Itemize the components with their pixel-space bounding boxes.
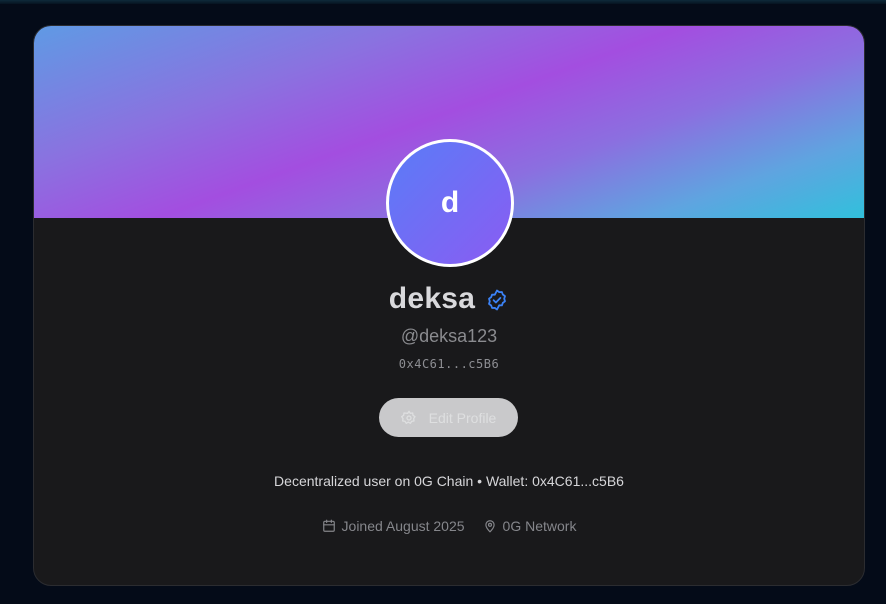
calendar-icon — [322, 519, 336, 533]
location-info: 0G Network — [483, 518, 577, 534]
avatar: d — [386, 139, 514, 267]
location-text: 0G Network — [502, 518, 577, 534]
name-row: deksa — [34, 282, 864, 316]
wallet-address: 0x4C61...c5B6 — [398, 357, 500, 371]
joined-info: Joined August 2025 — [322, 518, 465, 534]
avatar-initial: d — [440, 186, 460, 219]
profile-meta: Joined August 2025 0G Network — [34, 518, 864, 534]
profile-card: d deksa @deksa123 0x4C61...c5B6 Edit Pro… — [33, 25, 865, 586]
profile-bio: Decentralized user on 0G Chain • Wallet:… — [274, 473, 624, 489]
display-name: deksa — [388, 282, 476, 315]
gear-icon — [400, 410, 417, 426]
map-pin-icon — [483, 519, 497, 533]
joined-text: Joined August 2025 — [341, 518, 465, 534]
edit-profile-button[interactable]: Edit Profile — [379, 398, 518, 437]
verified-badge-icon — [485, 288, 509, 312]
user-handle: @deksa123 — [400, 326, 498, 346]
top-border — [0, 0, 886, 4]
edit-profile-label: Edit Profile — [428, 409, 497, 426]
